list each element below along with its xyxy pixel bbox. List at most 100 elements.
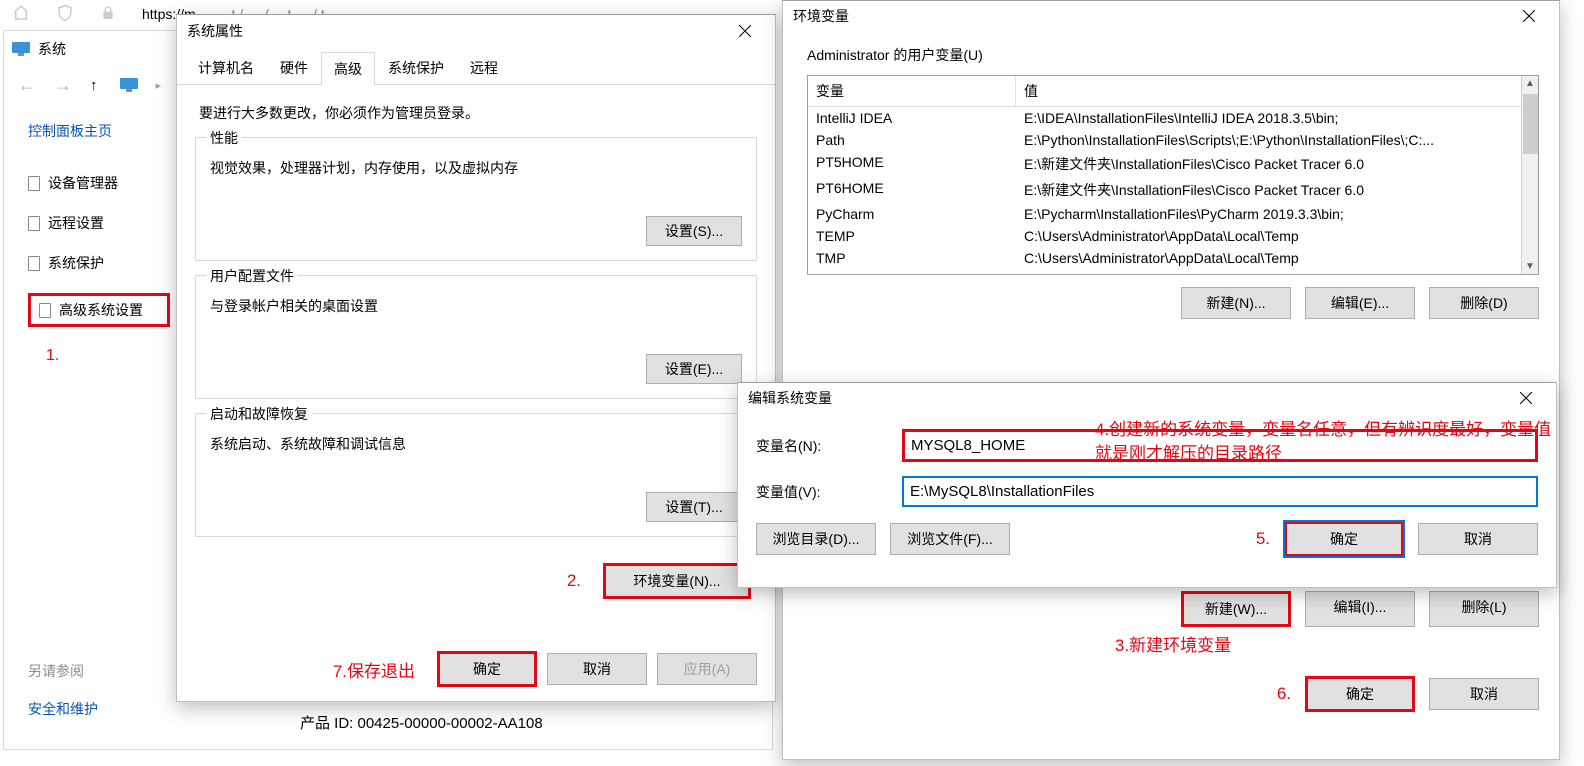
document-icon — [28, 176, 40, 191]
table-row[interactable]: PyCharmE:\Pycharm\InstallationFiles\PyCh… — [808, 203, 1538, 225]
delete-sys-var-button[interactable]: 删除(L) — [1429, 591, 1539, 627]
var-name-input[interactable] — [902, 429, 1538, 462]
sidebar-item-advanced-settings[interactable]: 高级系统设置 — [28, 293, 170, 327]
browse-file-button[interactable]: 浏览文件(F)... — [890, 523, 1010, 555]
cancel-button[interactable]: 取消 — [1418, 523, 1538, 555]
sysprops-titlebar: 系统属性 — [177, 15, 775, 47]
edit-sys-var-button[interactable]: 编辑(I)... — [1305, 591, 1415, 627]
tab-protection[interactable]: 系统保护 — [375, 51, 457, 84]
table-header: 变量 值 — [808, 76, 1538, 107]
computer-icon — [120, 78, 138, 92]
browse-dir-button[interactable]: 浏览目录(D)... — [756, 523, 876, 555]
cancel-button[interactable]: 取消 — [1429, 678, 1539, 710]
table-row[interactable]: PT6HOMEE:\新建文件夹\InstallationFiles\Cisco … — [808, 177, 1538, 203]
user-variables-section: Administrator 的用户变量(U) 变量 值 IntelliJ IDE… — [783, 31, 1559, 329]
chevron-right-icon[interactable]: ▸ — [156, 79, 162, 92]
document-icon — [28, 216, 40, 231]
cell-variable: Path — [808, 129, 1016, 151]
document-icon — [39, 303, 51, 318]
table-row[interactable]: PathE:\Python\InstallationFiles\Scripts\… — [808, 129, 1538, 151]
system-properties-dialog: 系统属性 计算机名 硬件 高级 系统保护 远程 要进行大多数更改，你必须作为管理… — [176, 14, 776, 702]
editdlg-title: 编辑系统变量 — [748, 388, 832, 408]
annotation-step-6: 6. — [1277, 684, 1291, 704]
cell-value: E:\Python\InstallationFiles\Scripts\;E:\… — [1016, 129, 1538, 151]
product-id-text: 产品 ID: 00425-00000-00002-AA108 — [300, 712, 543, 733]
close-button[interactable] — [1506, 386, 1546, 410]
settings-startup-button[interactable]: 设置(T)... — [646, 492, 742, 522]
desc-user-profile: 与登录帐户相关的桌面设置 — [210, 296, 742, 316]
ok-button[interactable]: 确定 — [437, 651, 537, 687]
cancel-button[interactable]: 取消 — [547, 653, 647, 685]
var-value-input[interactable] — [902, 476, 1538, 507]
cell-variable: PyCharm — [808, 203, 1016, 225]
sidebar-item-remote[interactable]: 远程设置 — [28, 213, 188, 233]
apply-button: 应用(A) — [657, 653, 757, 685]
ok-button[interactable]: 确定 — [1305, 676, 1415, 712]
shield-icon[interactable] — [56, 4, 74, 25]
nav-up-icon[interactable]: ↑ — [90, 77, 98, 94]
desc-startup: 系统启动、系统故障和调试信息 — [210, 434, 742, 454]
settings-performance-button[interactable]: 设置(S)... — [646, 216, 742, 246]
sidebar-home[interactable]: 控制面板主页 — [28, 121, 188, 141]
cell-value: E:\新建文件夹\InstallationFiles\Cisco Packet … — [1016, 151, 1538, 177]
close-button[interactable] — [725, 19, 765, 43]
settings-profile-button[interactable]: 设置(E)... — [646, 354, 742, 384]
cell-variable: PT5HOME — [808, 151, 1016, 177]
lock-icon[interactable] — [100, 4, 116, 25]
scroll-thumb[interactable] — [1523, 94, 1538, 154]
scrollbar[interactable]: ▲ ▼ — [1521, 76, 1538, 274]
editdlg-titlebar: 编辑系统变量 — [738, 383, 1556, 413]
cell-variable: TEMP — [808, 225, 1016, 247]
table-row[interactable]: TEMPC:\Users\Administrator\AppData\Local… — [808, 225, 1538, 247]
system-title: 系统 — [38, 39, 66, 59]
fieldset-user-profile: 用户配置文件 与登录帐户相关的桌面设置 设置(E)... — [195, 275, 757, 399]
annotation-step-2: 2. — [567, 571, 581, 591]
user-variables-buttons: 新建(N)... 编辑(E)... 删除(D) — [807, 287, 1539, 319]
table-row[interactable]: IntelliJ IDEAE:\IDEA\InstallationFiles\I… — [808, 107, 1538, 129]
envdlg-footer: 6. 确定 取消 — [783, 666, 1559, 722]
sysprops-footer: 7.保存退出 确定 取消 应用(A) — [177, 651, 775, 687]
sysprops-tabs: 计算机名 硬件 高级 系统保护 远程 — [177, 49, 775, 85]
user-variables-label: Administrator 的用户变量(U) — [807, 45, 1539, 65]
sidebar-item-device-manager[interactable]: 设备管理器 — [28, 173, 188, 193]
legend-startup: 启动和故障恢复 — [206, 404, 312, 424]
new-sys-var-button[interactable]: 新建(W)... — [1181, 591, 1291, 627]
edit-system-variable-dialog: 编辑系统变量 变量名(N): 变量值(V): 浏览目录(D)... 浏览文件(F… — [737, 382, 1557, 588]
system-sidebar: 控制面板主页 设备管理器 远程设置 系统保护 高级系统设置 1. — [4, 103, 188, 365]
environment-variables-dialog: 环境变量 Administrator 的用户变量(U) 变量 值 Intelli… — [782, 0, 1560, 760]
desc-performance: 视觉效果，处理器计划，内存使用，以及虚拟内存 — [210, 158, 742, 178]
scroll-up-icon[interactable]: ▲ — [1525, 76, 1535, 91]
annotation-step-7: 7.保存退出 — [333, 657, 415, 682]
sidebar-item-protection[interactable]: 系统保护 — [28, 253, 188, 273]
close-button[interactable] — [1509, 4, 1549, 28]
edit-user-var-button[interactable]: 编辑(E)... — [1305, 287, 1415, 319]
delete-user-var-button[interactable]: 删除(D) — [1429, 287, 1539, 319]
new-user-var-button[interactable]: 新建(N)... — [1181, 287, 1291, 319]
annotation-step-5: 5. — [1256, 529, 1270, 549]
environment-variables-button[interactable]: 环境变量(N)... — [603, 563, 751, 599]
env-variables-row: 2. 环境变量(N)... — [195, 563, 751, 599]
var-value-label: 变量值(V): — [756, 482, 902, 502]
fieldset-startup: 启动和故障恢复 系统启动、系统故障和调试信息 设置(T)... — [195, 413, 757, 537]
table-row[interactable]: PT5HOMEE:\新建文件夹\InstallationFiles\Cisco … — [808, 151, 1538, 177]
cell-variable: TMP — [808, 247, 1016, 269]
see-also-label: 另请参阅 — [28, 661, 98, 681]
scroll-down-icon[interactable]: ▼ — [1525, 259, 1535, 274]
tab-remote[interactable]: 远程 — [457, 51, 511, 84]
cell-value: C:\Users\Administrator\AppData\Local\Tem… — [1016, 247, 1538, 269]
tab-hardware[interactable]: 硬件 — [267, 51, 321, 84]
document-icon — [28, 256, 40, 271]
col-value[interactable]: 值 — [1016, 76, 1538, 106]
see-also-link[interactable]: 安全和维护 — [28, 701, 98, 717]
tab-computer-name[interactable]: 计算机名 — [185, 51, 267, 84]
home-icon[interactable] — [12, 4, 30, 25]
tab-advanced[interactable]: 高级 — [321, 52, 375, 85]
system-variables-buttons: 新建(W)... 编辑(I)... 删除(L) — [807, 591, 1539, 627]
nav-back-icon[interactable]: ← — [18, 75, 36, 96]
user-variables-table[interactable]: 变量 值 IntelliJ IDEAE:\IDEA\InstallationFi… — [807, 75, 1539, 275]
ok-button[interactable]: 确定 — [1284, 521, 1404, 557]
table-row[interactable]: TMPC:\Users\Administrator\AppData\Local\… — [808, 247, 1538, 269]
col-variable[interactable]: 变量 — [808, 76, 1016, 106]
cell-variable: PT6HOME — [808, 177, 1016, 203]
cell-value: E:\IDEA\InstallationFiles\IntelliJ IDEA … — [1016, 107, 1538, 129]
